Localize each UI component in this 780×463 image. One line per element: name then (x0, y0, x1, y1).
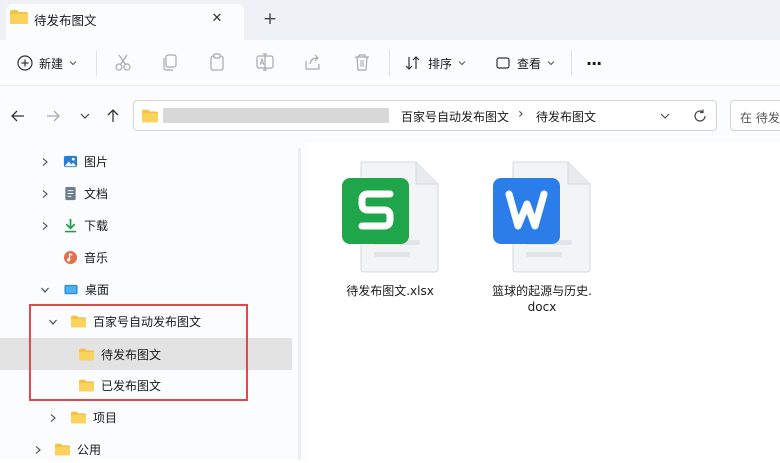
wps-spreadsheet-icon (342, 161, 439, 273)
chevron-right-icon[interactable] (40, 221, 50, 231)
music-icon (63, 250, 78, 264)
file-name-line: 篮球的起源与历史. (492, 284, 592, 298)
tree-item-downloads[interactable]: 下载 (63, 211, 108, 239)
cut-icon[interactable] (112, 51, 134, 73)
tree-item-folder[interactable]: 公用 (54, 435, 101, 463)
tree-item-label: 公用 (77, 442, 102, 457)
redacted-path (163, 108, 389, 123)
more-button[interactable]: ··· (586, 52, 602, 74)
chevron-right-icon[interactable] (40, 189, 50, 199)
tab-close-icon[interactable]: ✕ (206, 8, 228, 30)
forward-arrow-icon[interactable] (44, 107, 62, 125)
folder-icon (55, 443, 70, 455)
copy-icon[interactable] (159, 51, 181, 73)
share-icon[interactable] (302, 51, 324, 73)
folder-icon (71, 411, 86, 423)
chevron-down-icon (69, 61, 77, 66)
file-item[interactable] (490, 160, 594, 276)
tree-item-pictures[interactable]: 图片 (63, 147, 108, 175)
chevron-down-icon (547, 61, 555, 66)
tree-item-documents[interactable]: 文档 (63, 179, 108, 207)
delete-icon[interactable] (351, 51, 373, 73)
tree-item-label: 音乐 (84, 250, 109, 265)
sort-label: 排序 (428, 56, 453, 71)
view-label: 查看 (517, 56, 542, 71)
refresh-icon[interactable] (692, 108, 708, 124)
tree-item-folder[interactable]: 项目 (70, 403, 117, 431)
folder-icon (9, 8, 29, 26)
new-label: 新建 (39, 56, 64, 71)
sort-button[interactable]: 排序 (404, 52, 466, 74)
new-tab-icon[interactable]: + (258, 8, 282, 32)
chevron-down-icon[interactable] (40, 285, 50, 295)
highlight-box (29, 304, 248, 401)
new-button[interactable]: 新建 (17, 52, 77, 74)
file-name[interactable]: 待发布图文.xlsx (322, 283, 458, 299)
search-placeholder: 在 待发 (740, 111, 780, 125)
chevron-right-icon[interactable] (48, 413, 58, 423)
tree-item-label: 项目 (93, 410, 118, 425)
tree-item-label: 图片 (84, 154, 109, 169)
file-item[interactable] (338, 160, 442, 276)
view-button[interactable]: 查看 (495, 52, 555, 74)
view-icon (496, 57, 510, 69)
tab-title: 待发布图文 (34, 13, 97, 28)
breadcrumb-item[interactable]: 百家号自动发布图文 (401, 108, 509, 125)
tree-item-label: 文档 (84, 186, 109, 201)
pictures-icon (63, 155, 78, 167)
rename-icon[interactable] (254, 51, 276, 73)
separator (96, 50, 97, 76)
downloads-icon (64, 218, 77, 232)
command-bar: 新建 排序 查看 ··· (0, 40, 780, 85)
back-arrow-icon[interactable] (9, 107, 27, 125)
breadcrumb-separator[interactable]: › (518, 106, 524, 122)
desktop-icon (64, 284, 78, 294)
tree-scrollbar-thumb[interactable] (298, 148, 301, 460)
recent-chevron-icon[interactable] (76, 107, 94, 125)
breadcrumb-item[interactable]: 待发布图文 (536, 108, 596, 125)
chevron-right-icon[interactable] (40, 157, 50, 167)
wps-writer-icon (493, 161, 591, 273)
tree-item-desktop[interactable]: 桌面 (63, 275, 109, 303)
sort-icon (405, 56, 420, 70)
file-name-line: docx (527, 300, 557, 314)
plus-circle-icon (17, 55, 33, 71)
separator (571, 50, 572, 76)
chevron-right-icon[interactable] (33, 445, 43, 455)
folder-icon (142, 109, 158, 123)
separator (389, 50, 390, 76)
chevron-down-icon[interactable] (659, 110, 671, 122)
tree-item-label: 下载 (84, 218, 109, 233)
tree-item-music[interactable]: 音乐 (63, 243, 108, 271)
documents-icon (65, 186, 76, 200)
tree-item-label: 桌面 (85, 282, 110, 297)
file-name[interactable]: 篮球的起源与历史. docx (474, 283, 610, 315)
paste-icon[interactable] (206, 51, 228, 73)
chevron-down-icon (458, 61, 466, 66)
up-arrow-icon[interactable] (104, 107, 122, 125)
